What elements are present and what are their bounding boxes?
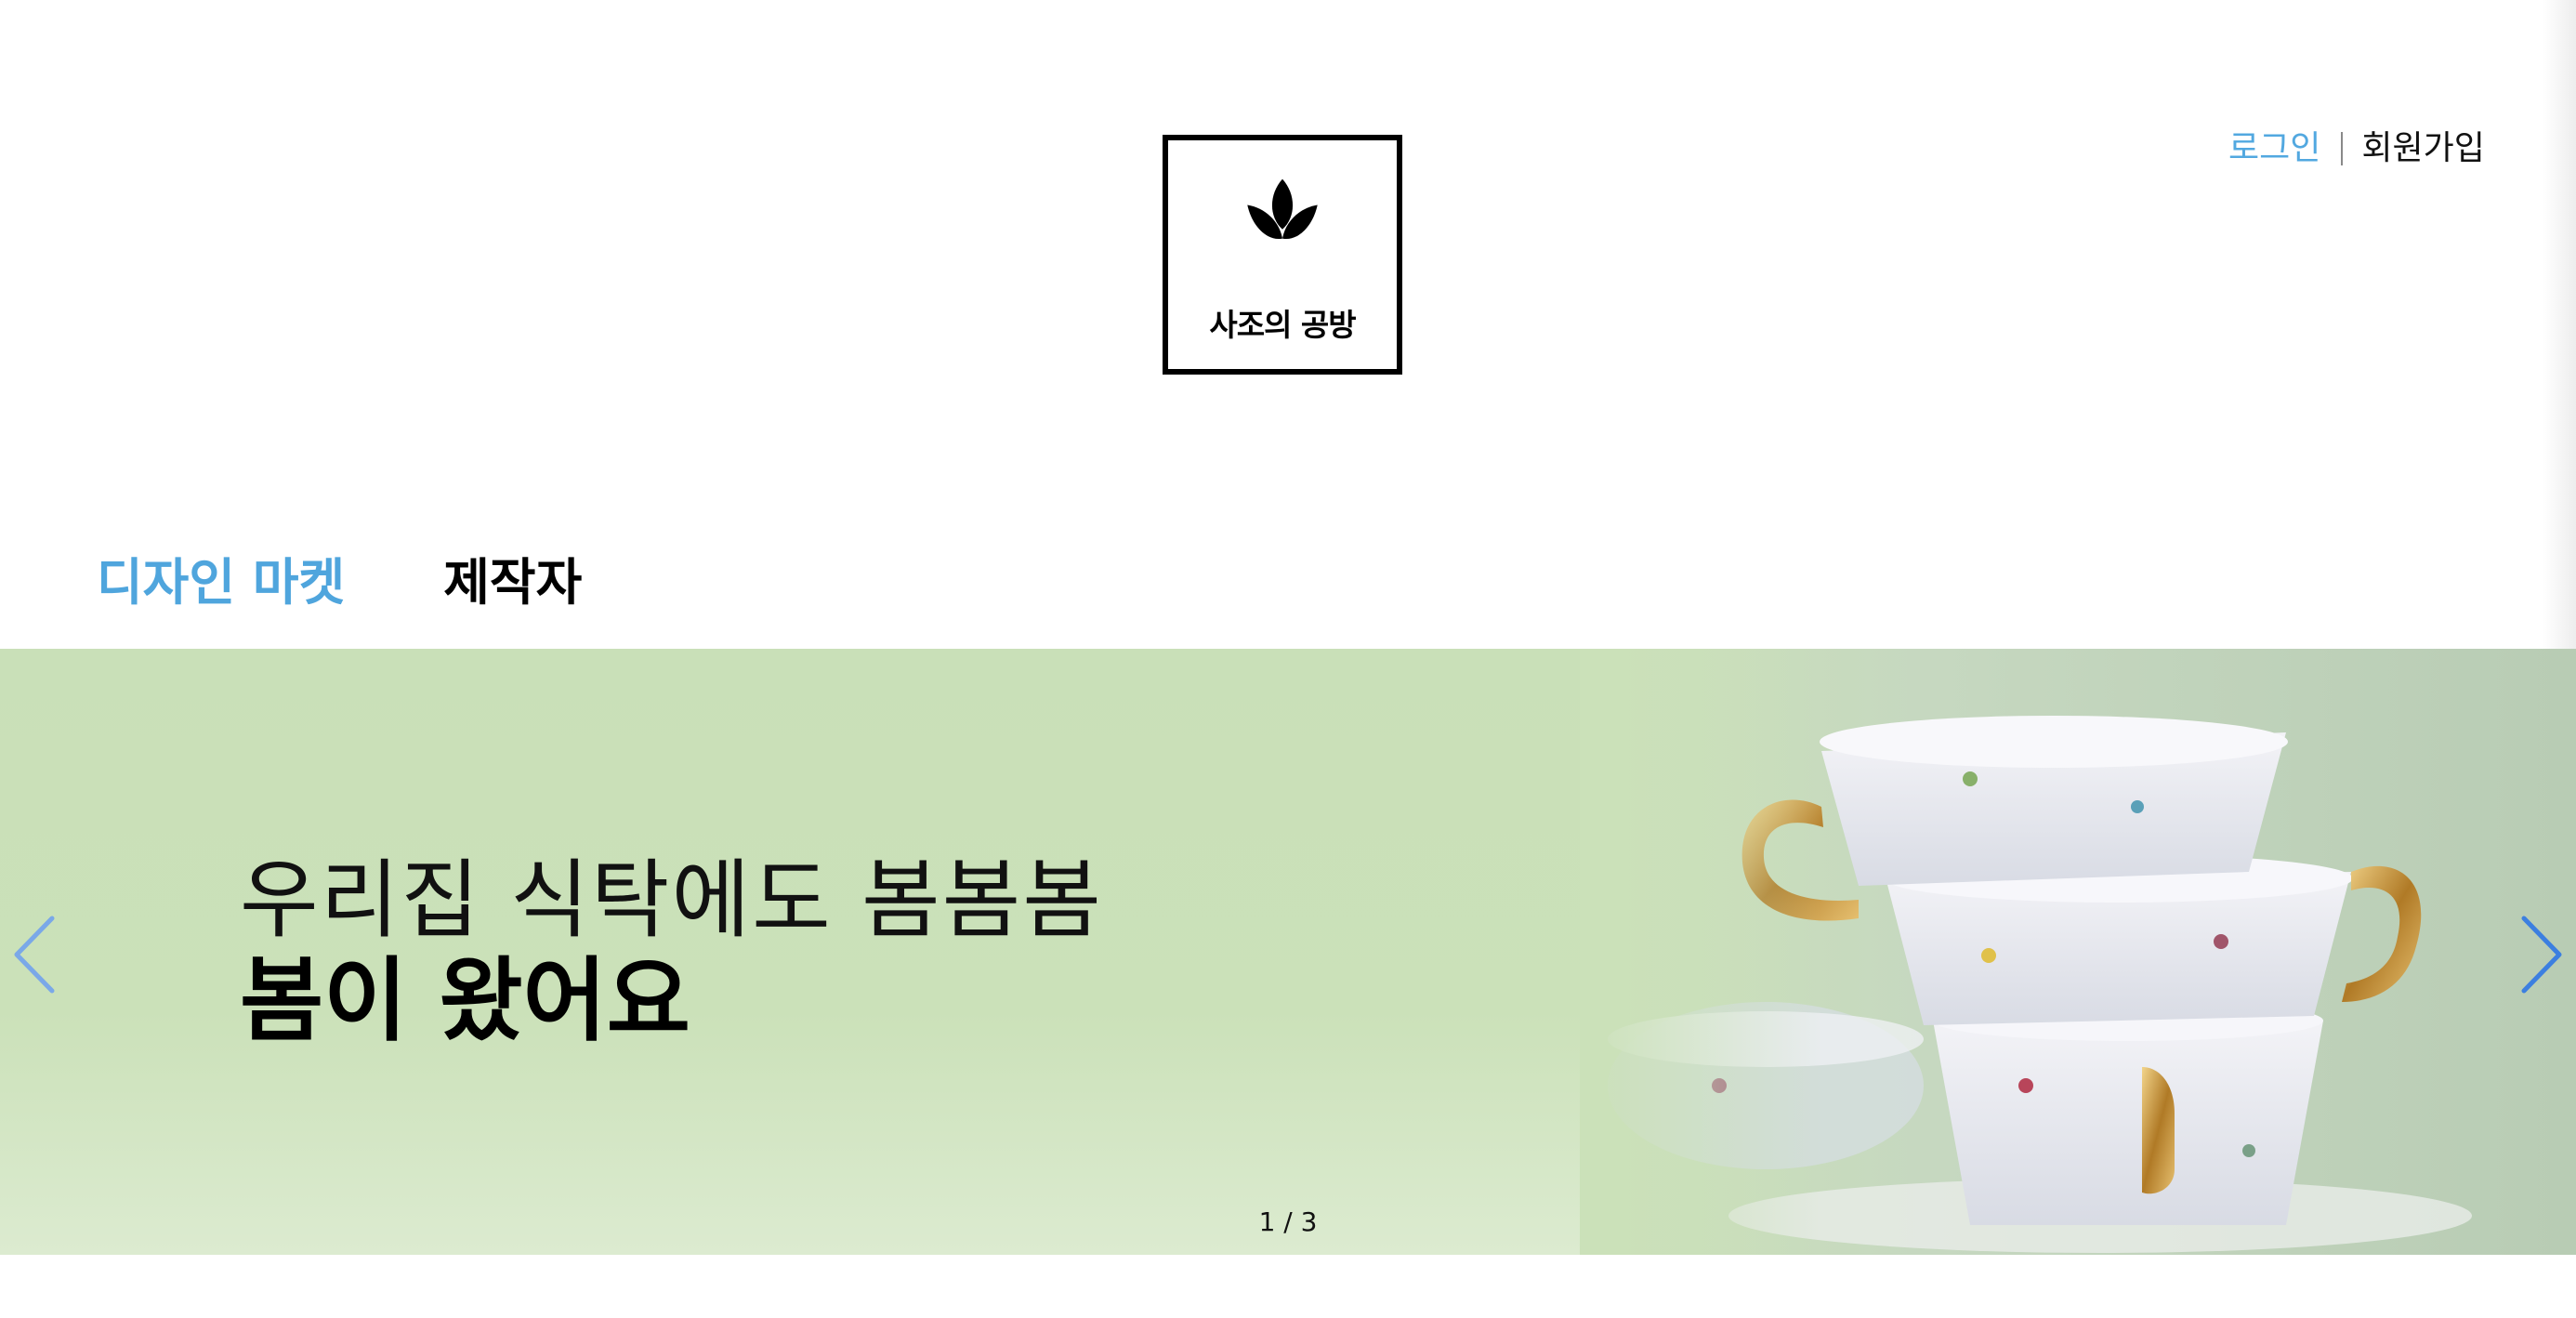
login-link[interactable]: 로그인 (2228, 128, 2320, 169)
auth-divider (2341, 132, 2344, 165)
chevron-right-icon[interactable] (2513, 913, 2569, 996)
page: 로그인 회원가입 사조의 공방 디자인 마켓 제작자 우리집 식탁에도 봄봄봄 … (0, 0, 2576, 1318)
hero-banner: 우리집 식탁에도 봄봄봄 봄이 왔어요 1 / 3 (0, 649, 2576, 1255)
signup-link[interactable]: 회원가입 (2361, 128, 2484, 169)
chevron-left-icon[interactable] (7, 913, 63, 996)
tab-makers[interactable]: 제작자 (443, 550, 582, 615)
banner-line1: 우리집 식탁에도 봄봄봄 (240, 850, 1103, 950)
logo-text: 사조의 공방 (1209, 307, 1356, 343)
banner-headline: 우리집 식탁에도 봄봄봄 봄이 왔어요 (240, 850, 1103, 1054)
site-logo[interactable]: 사조의 공방 (1163, 135, 1402, 375)
slide-pager: 1 / 3 (1258, 1206, 1318, 1237)
photo-fade (1580, 649, 1821, 1255)
tab-design-market[interactable]: 디자인 마켓 (97, 550, 345, 615)
auth-links: 로그인 회원가입 (2228, 128, 2485, 169)
banner-line2: 봄이 왔어요 (240, 948, 690, 1054)
main-nav: 디자인 마켓 제작자 (97, 550, 582, 615)
leaf-icon (1247, 178, 1318, 240)
